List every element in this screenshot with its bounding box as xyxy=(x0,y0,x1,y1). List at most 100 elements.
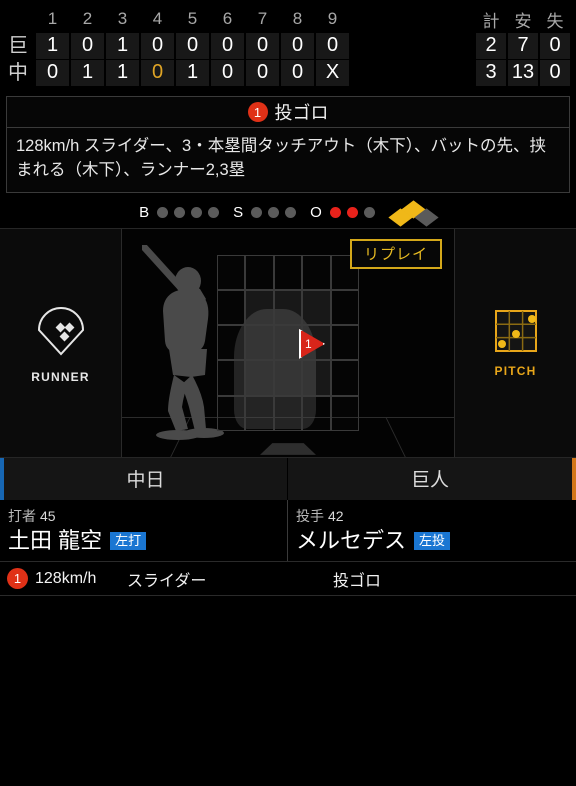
inning-scores-away: 1 0 1 0 0 0 0 0 0 xyxy=(36,32,349,59)
ball-count-group: B xyxy=(139,204,220,222)
strike-count-group: S xyxy=(233,204,297,222)
inning-score: 0 xyxy=(176,32,209,59)
inning-score: 0 xyxy=(211,32,244,59)
ball-dot xyxy=(208,207,220,219)
inning-header: 9 xyxy=(327,9,338,28)
inning-header: 3 xyxy=(117,9,128,28)
strike-dot xyxy=(251,207,263,219)
batter-name: 土田 龍空 xyxy=(8,527,103,553)
zone-cell xyxy=(217,360,246,396)
out-dot xyxy=(363,207,375,219)
zone-cell xyxy=(217,325,246,361)
zone-cell xyxy=(330,290,359,326)
total-hits: 7 xyxy=(508,32,538,59)
inning-score: 0 xyxy=(246,32,279,59)
inning-score: 1 xyxy=(71,59,104,86)
inning-score-current: 0 xyxy=(141,59,174,86)
pitcher-role-label: 投手 xyxy=(296,507,324,524)
pitch-panel-label: PITCH xyxy=(494,363,537,378)
inning-header: 7 xyxy=(257,9,268,28)
pitcher-name-row: メルセデス 左投 xyxy=(296,527,568,553)
strike-dot xyxy=(285,207,297,219)
player-info-row: 打者 45 土田 龍空 左打 投手 42 メルセデス 左投 xyxy=(0,499,576,563)
count-bar: B S O xyxy=(0,198,576,228)
inning-score: 0 xyxy=(141,32,174,59)
pitcher-hand-badge: 左投 xyxy=(414,531,451,550)
play-result-title: 投ゴロ xyxy=(274,103,329,123)
play-result-detail: 128km/h スライダー、3・本塁間タッチアウト（木下）、バットの先、挟まれる… xyxy=(16,137,546,179)
totals-home: 3 13 0 xyxy=(476,59,570,86)
total-hits: 13 xyxy=(508,59,538,86)
inning-header: 2 xyxy=(82,9,93,28)
zone-cell xyxy=(217,254,246,291)
zone-cell xyxy=(330,360,359,396)
play-result-header: 1 投ゴロ xyxy=(7,97,569,128)
zone-cell xyxy=(330,395,359,431)
pitcher-info[interactable]: 投手 42 メルセデス 左投 xyxy=(288,500,576,561)
pitch-log-row[interactable]: 1 128km/h スライダー 投ゴロ xyxy=(0,562,576,597)
tab-team-away[interactable]: 巨人 xyxy=(288,457,576,500)
inning-scores-home: 0 1 1 0 1 0 0 0 X xyxy=(36,59,349,86)
strike-label: S xyxy=(233,204,244,222)
inning-header: 6 xyxy=(222,9,233,28)
ball-dot xyxy=(157,207,169,219)
pitch-log-type: スライダー xyxy=(127,572,207,590)
batter-role-line: 打者 45 xyxy=(8,506,279,526)
total-runs: 3 xyxy=(476,59,506,86)
batter-number: 45 xyxy=(40,507,56,524)
zone-cell xyxy=(245,395,274,431)
inning-score: 1 xyxy=(106,59,139,86)
scoreboard-header-row: 1 2 3 4 5 6 7 8 9 計 安 失 xyxy=(0,6,576,32)
replay-button[interactable]: リプレイ xyxy=(349,238,442,269)
pitch-number-badge: 1 xyxy=(247,102,268,122)
inning-score: 0 xyxy=(281,59,314,86)
zone-cell xyxy=(302,395,331,431)
inning-score: 1 xyxy=(36,32,69,59)
zone-cell-strike xyxy=(273,360,303,396)
zone-cell xyxy=(217,290,246,326)
runner-icon xyxy=(32,302,90,365)
total-errors: 0 xyxy=(540,59,570,86)
team-abbr-away: 巨 xyxy=(8,34,28,57)
scoreboard-row-home: 中 0 1 1 0 1 0 0 0 X 3 13 0 xyxy=(0,59,576,86)
batter-info[interactable]: 打者 45 土田 龍空 左打 xyxy=(0,499,288,562)
inning-header: 1 xyxy=(47,9,58,28)
strike-zone: 1 xyxy=(217,254,359,431)
inning-score: 0 xyxy=(211,59,244,86)
out-dot-filled xyxy=(346,207,358,219)
runner-panel-button[interactable]: RUNNER xyxy=(0,228,122,457)
inning-headers: 1 2 3 4 5 6 7 8 9 xyxy=(36,7,349,31)
zone-cell-strike xyxy=(273,325,303,361)
totals-away: 2 7 0 xyxy=(476,32,570,59)
pitch-log-number-badge: 1 xyxy=(7,568,28,590)
batter-name-row: 土田 龍空 左打 xyxy=(8,527,279,553)
pitch-log-result: 投ゴロ xyxy=(333,572,382,590)
zone-cell xyxy=(330,325,359,361)
ball-dot xyxy=(174,207,186,219)
ball-label: B xyxy=(139,204,150,222)
total-headers: 計 安 失 xyxy=(476,7,570,31)
base-runner-diamond xyxy=(388,200,439,227)
zone-cell-strike xyxy=(245,325,274,361)
empty-area xyxy=(0,596,576,785)
total-header-runs: 計 xyxy=(482,11,500,31)
strike-zone-grid xyxy=(217,254,359,431)
inning-score: 0 xyxy=(36,59,69,86)
zone-cell-strike xyxy=(302,290,331,326)
pitcher-role-line: 投手 42 xyxy=(296,506,568,526)
zone-cell-strike xyxy=(245,360,274,396)
inning-score: X xyxy=(316,59,349,86)
pitch-video-view[interactable]: 1 リプレイ xyxy=(122,228,454,457)
pitcher-name: メルセデス xyxy=(296,527,407,553)
team-abbr-home: 中 xyxy=(8,61,28,84)
total-header-errors: 失 xyxy=(546,11,564,31)
zone-cell xyxy=(302,254,331,291)
pitch-log-speed: 128km/h xyxy=(35,569,97,587)
pitch-panel-button[interactable]: PITCH xyxy=(454,228,576,457)
pitcher-number: 42 xyxy=(328,507,344,524)
tab-team-home[interactable]: 中日 xyxy=(0,457,288,500)
out-count-group: O xyxy=(310,204,375,221)
scoreboard-row-away: 巨 1 0 1 0 0 0 0 0 0 2 7 0 xyxy=(0,32,576,59)
zone-cell xyxy=(217,395,246,431)
inning-header: 5 xyxy=(187,9,198,28)
